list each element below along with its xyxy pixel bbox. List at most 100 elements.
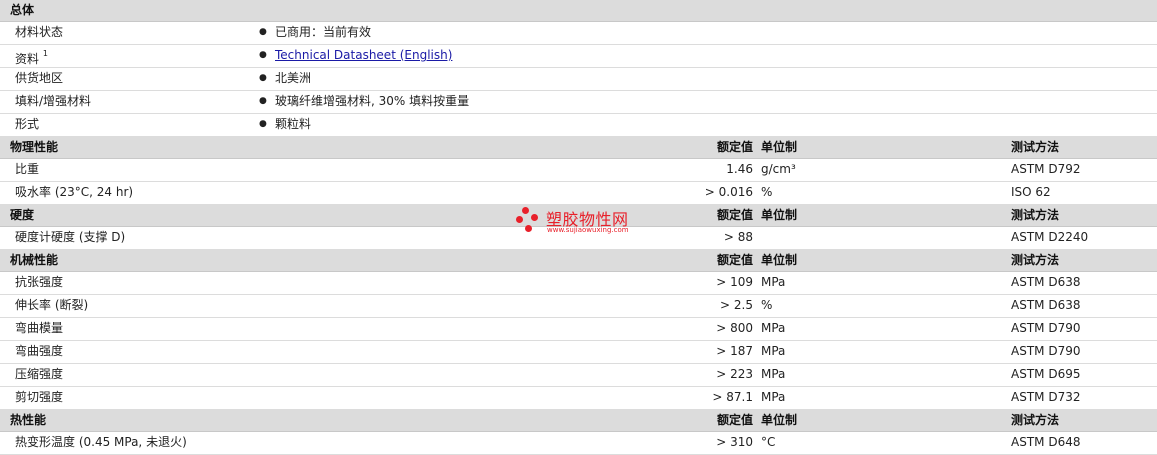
test-method: ASTM D732: [1011, 390, 1081, 404]
test-method: ASTM D638: [1011, 298, 1081, 312]
property-label: 压缩强度: [15, 367, 64, 381]
property-label-text: 供货地区: [15, 71, 64, 85]
general-row: 填料/增强材料 ● 玻璃纤维增强材料, 30% 填料按重量: [0, 91, 1157, 114]
property-label: 弯曲强度: [15, 344, 64, 358]
column-header-unit: 单位制: [761, 413, 798, 427]
general-row: 材料状态 ● 已商用：当前有效: [0, 22, 1157, 45]
property-label: 供货地区: [15, 68, 63, 89]
property-row: 吸水率 (23°C, 24 hr) > 0.016% ISO 62: [0, 182, 1157, 205]
test-method: ISO 62: [1011, 185, 1051, 199]
property-value: 玻璃纤维增强材料, 30% 填料按重量: [275, 94, 470, 108]
property-row: 压缩强度 > 223 MPa ASTM D695: [0, 364, 1157, 387]
property-label: 弯曲模量: [15, 321, 64, 335]
test-method: ASTM D648: [1011, 435, 1081, 449]
column-header-value: 额定值: [716, 253, 753, 267]
section-title: 热性能: [10, 413, 47, 427]
general-row: 资料 1 ● Technical Datasheet (English): [0, 45, 1157, 68]
column-header-value: 额定值: [716, 140, 753, 154]
property-value: 颗粒料: [275, 117, 312, 131]
property-label-text: 形式: [15, 117, 40, 131]
property-label: 热变形温度 (0.45 MPa, 未退火): [15, 435, 187, 449]
property-unit: MPa: [761, 321, 786, 335]
property-row: 热变形温度 (0.45 MPa, 未退火) > 310 °C ASTM D648: [0, 432, 1157, 455]
test-method: ASTM D790: [1011, 344, 1081, 358]
watermark-logo: 塑胶物性网 www.sujiaowuxing.com: [516, 205, 646, 239]
property-label: 资料 1: [15, 45, 48, 70]
property-unit: %: [761, 185, 773, 199]
property-label: 形式: [15, 114, 39, 135]
property-label: 填料/增强材料: [15, 91, 91, 112]
column-header-unit: 单位制: [761, 140, 798, 154]
test-method: ASTM D790: [1011, 321, 1081, 335]
property-value: 北美洲: [275, 71, 312, 85]
column-header-test-method: 测试方法: [1011, 140, 1060, 154]
watermark-dot: [516, 216, 523, 223]
property-unit: %: [761, 298, 773, 312]
bullet-icon: ●: [259, 73, 267, 83]
property-value: 1.46: [726, 162, 753, 176]
column-header-unit: 单位制: [761, 253, 798, 267]
section-title: 总体: [10, 3, 35, 17]
bullet-icon: ●: [259, 96, 267, 106]
property-unit: MPa: [761, 344, 786, 358]
property-row: 剪切强度 > 87.1 MPa ASTM D732: [0, 387, 1157, 410]
property-row: 弯曲模量 > 800 MPa ASTM D790: [0, 318, 1157, 341]
property-value: 已商用：当前有效: [275, 25, 372, 39]
property-label: 吸水率 (23°C, 24 hr): [15, 185, 134, 199]
section-title: 物理性能: [10, 140, 59, 154]
property-label: 剪切强度: [15, 390, 64, 404]
property-value: > 187: [716, 344, 753, 358]
property-label-text: 资料: [15, 52, 40, 66]
section-title: 硬度: [10, 208, 35, 222]
test-method: ASTM D792: [1011, 162, 1081, 176]
property-unit: g/cm³: [761, 162, 796, 176]
datasheet-link[interactable]: Technical Datasheet (English): [275, 48, 452, 62]
property-value: > 2.5: [720, 298, 753, 312]
section-header-general: 总体: [0, 0, 1157, 22]
property-label: 硬度计硬度 (支撑 D): [15, 230, 126, 244]
property-row: 伸长率 (断裂) > 2.5% ASTM D638: [0, 295, 1157, 318]
test-method: ASTM D695: [1011, 367, 1081, 381]
bullet-icon: ●: [259, 27, 267, 37]
watermark-url: www.sujiaowuxing.com: [547, 226, 629, 234]
property-label-text: 材料状态: [15, 25, 64, 39]
property-unit: MPa: [761, 275, 786, 289]
test-method: ASTM D2240: [1011, 230, 1089, 244]
watermark-dot: [525, 225, 532, 232]
footnote-marker: 1: [42, 49, 48, 58]
property-value: > 0.016: [704, 185, 753, 199]
property-value: > 310: [716, 435, 753, 449]
property-row: 比重 1.46 g/cm³ ASTM D792: [0, 159, 1157, 182]
property-unit: MPa: [761, 367, 786, 381]
section-title: 机械性能: [10, 253, 59, 267]
general-row: 供货地区 ● 北美洲: [0, 68, 1157, 91]
test-method: ASTM D638: [1011, 275, 1081, 289]
property-value: > 88: [723, 230, 753, 244]
watermark-dot: [522, 207, 529, 214]
property-row: 抗张强度 > 109 MPa ASTM D638: [0, 272, 1157, 295]
general-row: 形式 ● 颗粒料: [0, 114, 1157, 137]
property-label: 材料状态: [15, 22, 63, 43]
property-label: 伸长率 (断裂): [15, 298, 89, 312]
property-label: 抗张强度: [15, 275, 64, 289]
section-header-mechanical: 机械性能 额定值 单位制 测试方法: [0, 250, 1157, 272]
watermark-dot: [531, 214, 538, 221]
section-header-physical: 物理性能 额定值 单位制 测试方法: [0, 137, 1157, 159]
property-value: > 223: [716, 367, 753, 381]
section-header-thermal: 热性能 额定值 单位制 测试方法: [0, 410, 1157, 432]
column-header-test-method: 测试方法: [1011, 413, 1060, 427]
column-header-value: 额定值: [716, 413, 753, 427]
property-value: > 109: [716, 275, 753, 289]
property-unit: °C: [761, 435, 776, 449]
column-header-test-method: 测试方法: [1011, 208, 1060, 222]
property-label-text: 填料/增强材料: [15, 94, 92, 108]
property-value: Technical Datasheet (English): [275, 45, 452, 66]
column-header-value: 额定值: [716, 208, 753, 222]
bullet-icon: ●: [259, 50, 267, 60]
column-header-unit: 单位制: [761, 208, 798, 222]
property-label: 比重: [15, 162, 40, 176]
property-unit: MPa: [761, 390, 786, 404]
column-header-test-method: 测试方法: [1011, 253, 1060, 267]
property-row: 弯曲强度 > 187 MPa ASTM D790: [0, 341, 1157, 364]
property-value: > 800: [716, 321, 753, 335]
